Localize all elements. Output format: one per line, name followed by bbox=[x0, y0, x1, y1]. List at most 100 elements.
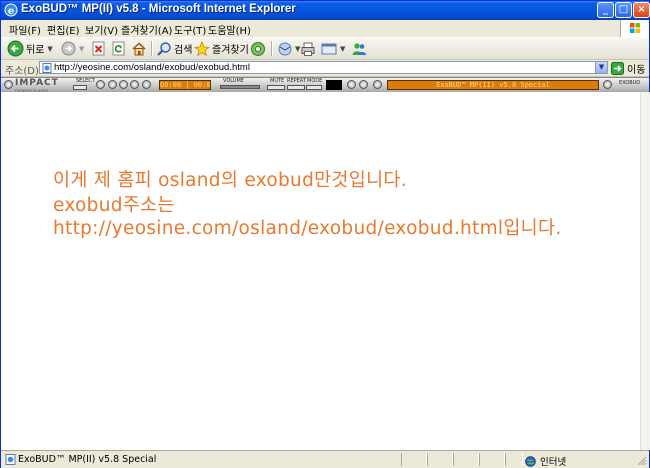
mute-button[interactable] bbox=[267, 85, 285, 90]
menu-tools[interactable]: 도구(T) bbox=[174, 22, 206, 37]
status-pane bbox=[453, 453, 479, 466]
volume-label: VOLUME bbox=[223, 78, 244, 84]
zone-label: 인터넷 bbox=[540, 457, 567, 468]
select-label: SELECT bbox=[76, 78, 95, 84]
exobud-player: IMPACT EXOBUD PLAYER SELECT 00:00 | 00:0… bbox=[1, 77, 649, 95]
vertical-scrollbar[interactable] bbox=[640, 92, 650, 450]
star-icon bbox=[194, 40, 210, 56]
refresh-icon bbox=[112, 41, 125, 56]
status-pane bbox=[479, 453, 505, 466]
page-icon bbox=[42, 63, 52, 73]
status-bar: ExoBUD™ MP(II) v5.8 Special 인터넷 bbox=[1, 450, 649, 468]
mute-label: MUTE bbox=[270, 78, 285, 84]
address-label: 주소(D) bbox=[5, 66, 39, 77]
messenger-icon bbox=[352, 42, 366, 55]
home-button[interactable] bbox=[131, 39, 147, 58]
address-input[interactable]: http://yeosine.com/osland/exobud/exobud.… bbox=[39, 61, 608, 74]
player-power-button[interactable] bbox=[4, 80, 13, 89]
address-url: http://yeosine.com/osland/exobud/exobud.… bbox=[54, 62, 250, 73]
status-pane bbox=[401, 453, 427, 466]
exobud-label: EXOBUD bbox=[619, 80, 641, 86]
menu-edit[interactable]: 편집(E) bbox=[47, 22, 80, 37]
refresh-button[interactable] bbox=[111, 39, 126, 58]
search-button[interactable]: 검색 bbox=[156, 39, 192, 58]
go-arrow-icon bbox=[611, 61, 624, 75]
menu-favorites[interactable]: 즐겨찾기(A) bbox=[121, 22, 172, 37]
go-label: 이동 bbox=[627, 64, 646, 76]
forward-dropdown-icon[interactable]: ▼ bbox=[79, 45, 84, 53]
stop-button[interactable] bbox=[91, 39, 106, 58]
search-label: 검색 bbox=[174, 45, 193, 56]
web-content: 이게 제 홈피 osland의 exobud만것입니다. exobud주소는 h… bbox=[1, 92, 640, 450]
visualizer-box bbox=[326, 80, 342, 90]
status-pane bbox=[505, 453, 523, 466]
close-button[interactable]: × bbox=[633, 2, 650, 18]
forward-button[interactable]: ▼ bbox=[61, 39, 84, 58]
repeat-button[interactable] bbox=[287, 85, 305, 90]
mode-button[interactable] bbox=[306, 85, 322, 90]
playlist-button[interactable] bbox=[373, 80, 382, 89]
pause-button[interactable] bbox=[119, 80, 128, 89]
edit-button[interactable]: ▼ bbox=[321, 39, 345, 58]
printer-icon bbox=[301, 42, 315, 56]
windows-logo bbox=[620, 20, 649, 37]
content-line: http://yeosine.com/osland/exobud/exobud.… bbox=[53, 218, 562, 239]
home-icon bbox=[132, 41, 146, 55]
next-button[interactable] bbox=[142, 80, 151, 89]
mode-label: MODE bbox=[307, 78, 323, 84]
internet-globe-icon bbox=[525, 455, 536, 467]
print-button[interactable] bbox=[300, 39, 316, 58]
edit-page-icon bbox=[321, 43, 337, 54]
security-zone: 인터넷 bbox=[525, 454, 566, 468]
time-display: 00:00 | 00:00 bbox=[159, 80, 211, 90]
page-done-icon bbox=[5, 454, 16, 465]
resize-grip-icon[interactable] bbox=[637, 456, 647, 466]
rewind-button[interactable] bbox=[347, 80, 356, 89]
toolbar-separator bbox=[271, 41, 273, 56]
minimize-button[interactable]: _ bbox=[597, 2, 614, 18]
go-button[interactable]: 이동 bbox=[611, 61, 646, 76]
messenger-button[interactable] bbox=[351, 39, 367, 58]
mail-button[interactable]: ▼ bbox=[276, 39, 300, 58]
stop-icon bbox=[92, 41, 105, 56]
favorites-button[interactable]: 즐겨찾기 bbox=[194, 39, 249, 58]
media-button[interactable] bbox=[250, 39, 266, 58]
status-text: ExoBUD™ MP(II) v5.8 Special bbox=[18, 454, 157, 465]
stop-player-button[interactable] bbox=[130, 80, 139, 89]
select-button[interactable] bbox=[73, 85, 87, 90]
edit-dropdown-icon[interactable]: ▼ bbox=[340, 45, 345, 53]
toolbar-separator bbox=[151, 41, 153, 56]
browser-window: e ExoBUD™ MP(II) v5.8 - Microsoft Intern… bbox=[0, 0, 650, 468]
menu-file[interactable]: 파일(F) bbox=[9, 22, 41, 37]
repeat-label: REPEAT bbox=[287, 78, 306, 84]
address-dropdown-icon[interactable]: ▼ bbox=[595, 62, 607, 73]
title-display: ExoBUD™ MP(II) v5.8 Special bbox=[387, 80, 599, 90]
content-line: 이게 제 홈피 osland의 exobud만것입니다. bbox=[53, 170, 407, 191]
svg-text:e: e bbox=[8, 6, 14, 17]
menu-view[interactable]: 보기(V) bbox=[85, 22, 118, 37]
ie-icon: e bbox=[4, 3, 18, 17]
windows-flag-icon bbox=[630, 23, 640, 33]
back-arrow-icon bbox=[7, 40, 24, 57]
back-dropdown-icon[interactable]: ▼ bbox=[47, 45, 52, 53]
menu-bar: 파일(F) 편집(E) 보기(V) 즐겨찾기(A) 도구(T) 도움말(H) bbox=[1, 20, 649, 38]
player-logo: IMPACT EXOBUD PLAYER bbox=[15, 79, 67, 95]
play-button[interactable] bbox=[108, 80, 117, 89]
favorites-label: 즐겨찾기 bbox=[212, 45, 249, 56]
search-icon bbox=[157, 41, 171, 56]
address-bar: 주소(D) http://yeosine.com/osland/exobud/e… bbox=[1, 60, 649, 77]
menu-help[interactable]: 도움말(H) bbox=[208, 22, 251, 37]
forward-arrow-icon bbox=[61, 41, 76, 56]
info-button[interactable] bbox=[603, 80, 612, 89]
volume-slider[interactable] bbox=[220, 85, 260, 89]
title-bar[interactable]: e ExoBUD™ MP(II) v5.8 - Microsoft Intern… bbox=[1, 1, 650, 20]
window-title: ExoBUD™ MP(II) v5.8 - Microsoft Internet… bbox=[21, 3, 296, 15]
standard-toolbar: 뒤로 ▼ ▼ 검색 즐겨찾기 ▼ ▼ bbox=[1, 38, 649, 60]
status-pane bbox=[427, 453, 453, 466]
back-label: 뒤로 bbox=[26, 45, 45, 56]
forward-seek-button[interactable] bbox=[359, 80, 368, 89]
media-icon bbox=[251, 41, 265, 56]
back-button[interactable]: 뒤로 ▼ bbox=[7, 39, 53, 58]
prev-button[interactable] bbox=[96, 80, 105, 89]
maximize-button[interactable]: □ bbox=[615, 2, 632, 18]
